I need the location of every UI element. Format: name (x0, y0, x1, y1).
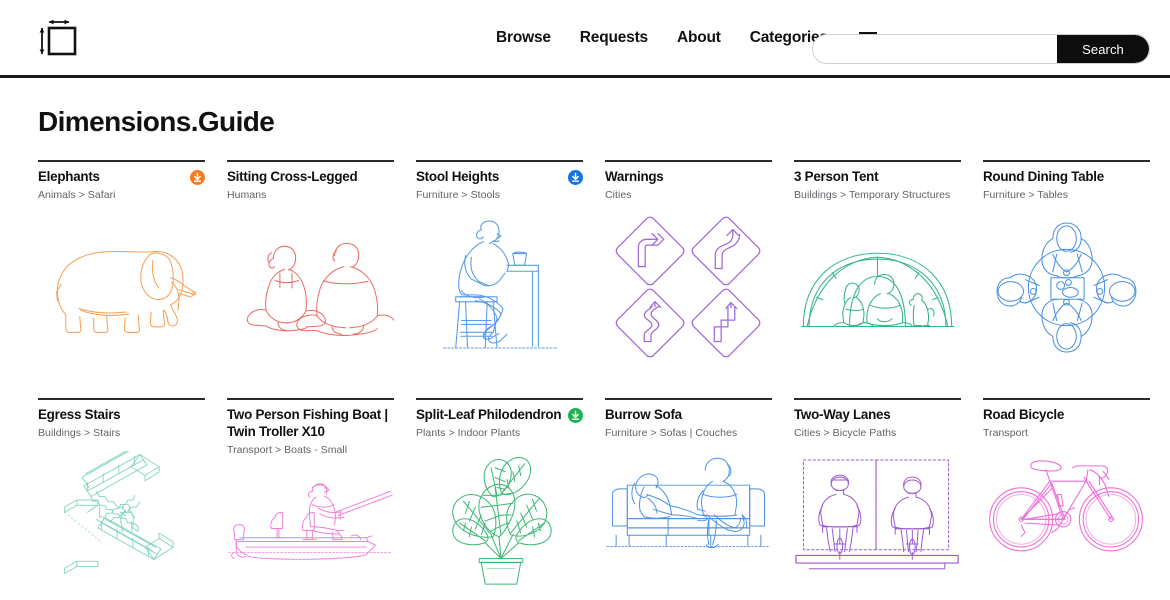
card-illustration-tent (794, 212, 961, 362)
card-illustration-round-table (983, 212, 1150, 362)
site-header: Browse Requests About Categories Search (0, 0, 1170, 78)
card-illustration-warning-signs (605, 212, 772, 362)
card-header: Egress Stairs Buildings > Stairs (38, 407, 205, 440)
card-divider (227, 398, 394, 401)
card-3-person-tent[interactable]: 3 Person Tent Buildings > Temporary Stru… (794, 160, 961, 362)
card-illustration-elephant (38, 212, 205, 362)
dimensions-guide-logo[interactable] (36, 12, 96, 64)
card-header: Two-Way Lanes Cities > Bicycle Paths (794, 407, 961, 440)
card-subtitle: Transport > Boats - Small (227, 443, 348, 456)
card-sitting-cross-legged[interactable]: Sitting Cross-Legged Humans (227, 160, 394, 362)
card-divider (227, 160, 394, 162)
card-divider (605, 398, 772, 401)
card-divider (794, 398, 961, 401)
card-illustration-egress-stairs (38, 450, 205, 591)
card-subtitle: Buildings > Stairs (38, 427, 121, 440)
card-illustration-two-way-lanes (794, 451, 961, 591)
card-round-dining-table[interactable]: Round Dining Table Furniture > Tables (983, 160, 1150, 362)
card-title: Sitting Cross-Legged (227, 169, 358, 184)
card-subtitle: Cities > Bicycle Paths (794, 427, 897, 440)
page-title: Dimensions.Guide (38, 106, 275, 137)
card-illustration-fishing-boat (227, 468, 394, 600)
search-bar: Search (812, 34, 1150, 64)
card-stool-heights[interactable]: Stool Heights Furniture > Stools (416, 160, 583, 362)
card-header: Sitting Cross-Legged Humans (227, 169, 394, 202)
card-title: Two-Way Lanes (794, 407, 891, 423)
download-icon[interactable] (190, 170, 205, 185)
card-title: Elephants (38, 169, 100, 184)
card-warnings[interactable]: Warnings Cities (605, 160, 772, 362)
card-egress-stairs[interactable]: Egress Stairs Buildings > Stairs (38, 384, 205, 600)
card-two-way-lanes[interactable]: Two-Way Lanes Cities > Bicycle Paths (794, 384, 961, 600)
card-illustration-sofa (605, 451, 772, 591)
logo-square-dimension-icon (39, 19, 77, 55)
card-divider (416, 398, 583, 401)
card-header: Split-Leaf Philodendron Plants > Indoor … (416, 407, 583, 440)
card-subtitle: Furniture > Stools (416, 188, 501, 201)
download-icon[interactable] (568, 408, 583, 424)
card-header: Elephants Animals > Safari (38, 169, 205, 202)
search-input[interactable] (813, 35, 1057, 63)
nav-requests[interactable]: Requests (580, 29, 648, 47)
card-header: Road Bicycle Transport (983, 407, 1150, 440)
card-burrow-sofa[interactable]: Burrow Sofa Furniture > Sofas | Couches (605, 384, 772, 600)
card-subtitle: Plants > Indoor Plants (416, 427, 521, 440)
card-title: Burrow Sofa (605, 407, 682, 423)
card-subtitle: Cities (605, 188, 632, 201)
card-header: Round Dining Table Furniture > Tables (983, 169, 1150, 202)
search-button[interactable]: Search (1057, 35, 1149, 63)
card-title: Warnings (605, 169, 664, 184)
card-illustration-philodendron (416, 451, 583, 591)
download-icon[interactable] (568, 170, 583, 185)
card-title: Split-Leaf Philodendron (416, 407, 562, 423)
nav-browse[interactable]: Browse (496, 29, 551, 47)
card-header: Burrow Sofa Furniture > Sofas | Couches (605, 407, 772, 440)
card-title: 3 Person Tent (794, 169, 879, 184)
card-divider (794, 160, 961, 162)
card-header: Stool Heights Furniture > Stools (416, 169, 583, 202)
card-elephants[interactable]: Elephants Animals > Safari (38, 160, 205, 362)
card-illustration-sitting-cross-legged (227, 212, 394, 362)
card-divider (983, 398, 1150, 401)
card-illustration-road-bicycle (983, 451, 1150, 591)
card-divider (38, 160, 205, 162)
card-grid-row-2: Egress Stairs Buildings > Stairs Two Per… (0, 384, 1170, 600)
card-header: Two Person Fishing Boat | Twin Troller X… (227, 407, 394, 457)
card-header: 3 Person Tent Buildings > Temporary Stru… (794, 169, 961, 202)
nav-about[interactable]: About (677, 29, 721, 47)
card-subtitle: Furniture > Tables (983, 188, 1069, 201)
card-header: Warnings Cities (605, 169, 772, 202)
card-title: Round Dining Table (983, 169, 1104, 184)
card-divider (38, 398, 205, 401)
card-title: Two Person Fishing Boat | Twin Troller X… (227, 407, 388, 440)
card-two-person-fishing-boat[interactable]: Two Person Fishing Boat | Twin Troller X… (227, 384, 394, 600)
card-subtitle: Furniture > Sofas | Couches (605, 427, 738, 440)
card-illustration-stool (416, 212, 583, 362)
card-title: Stool Heights (416, 169, 500, 184)
card-road-bicycle[interactable]: Road Bicycle Transport (983, 384, 1150, 600)
card-subtitle: Buildings > Temporary Structures (794, 188, 951, 201)
card-subtitle: Transport (983, 427, 1028, 440)
card-divider (416, 160, 583, 162)
card-subtitle: Animals > Safari (38, 188, 116, 201)
card-divider (983, 160, 1150, 162)
card-title: Road Bicycle (983, 407, 1065, 423)
card-title: Egress Stairs (38, 407, 121, 423)
card-split-leaf-philodendron[interactable]: Split-Leaf Philodendron Plants > Indoor … (416, 384, 583, 600)
card-subtitle: Humans (227, 188, 267, 201)
card-divider (605, 160, 772, 162)
card-grid-row-1: Elephants Animals > Safari Sitting Cross… (0, 160, 1170, 362)
